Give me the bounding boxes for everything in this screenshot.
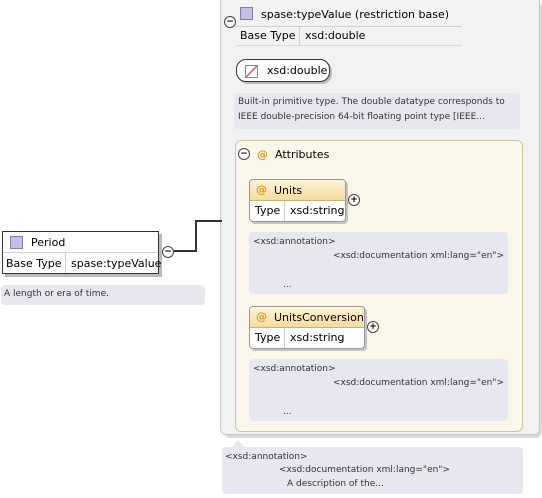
divider [284, 328, 285, 348]
type-square-icon [10, 236, 23, 249]
attribute-expand-icon[interactable]: + [367, 321, 379, 333]
period-description: A length or era of time. [1, 285, 205, 305]
attribute-name: UnitsConversion [274, 311, 364, 324]
annotation-text: A description of the... [287, 479, 384, 489]
divider [284, 201, 285, 221]
attributes-at-icon: @ [257, 148, 268, 161]
attribute-name: Units [274, 184, 303, 197]
period-title: Period [31, 236, 66, 249]
attribute-annotation-units: <xsd:annotation> <xsd:documentation xml:… [249, 232, 508, 294]
annotation-pointer [232, 440, 244, 447]
divider [65, 253, 66, 273]
attribute-type-label: Type [255, 331, 281, 344]
annotation-tag: <xsd:annotation> [253, 364, 336, 374]
attribute-at-icon: @ [256, 310, 267, 323]
attribute-at-icon: @ [256, 183, 267, 196]
bottom-annotation: <xsd:annotation> <xsd:documentation xml:… [222, 447, 523, 494]
period-collapse-icon[interactable]: − [162, 246, 174, 258]
attributes-collapse-icon[interactable]: − [238, 148, 250, 160]
period-description-text: A length or era of time. [4, 289, 109, 299]
documentation-tag: <xsd:documentation xml:lang="en"> [333, 251, 504, 261]
documentation-tag: <xsd:documentation xml:lang="en"> [333, 378, 504, 388]
attribute-header: @ Units [250, 180, 345, 201]
restriction-title: spase:typeValue (restriction base) [261, 8, 450, 21]
attribute-header: @ UnitsConversion [250, 307, 364, 328]
period-header: Period [3, 232, 158, 253]
type-square-icon [240, 7, 253, 20]
attribute-type-label: Type [255, 204, 281, 217]
attribute-card-units[interactable]: @ Units Type xsd:string [249, 179, 346, 222]
annotation-tag: <xsd:annotation> [253, 237, 336, 247]
restriction-basetype-value: xsd:double [305, 29, 366, 42]
restriction-basetype-row: Base Type xsd:double [236, 26, 462, 46]
attribute-annotation-unitsconversion: <xsd:annotation> <xsd:documentation xml:… [249, 359, 508, 421]
annotation-ellipsis: ... [283, 407, 292, 417]
period-basetype-label: Base Type [6, 257, 62, 270]
annotation-ellipsis: ... [283, 280, 292, 290]
period-element-card[interactable]: Period Base Type spase:typeValue [2, 231, 162, 274]
primitive-type-icon [245, 65, 258, 78]
divider [299, 27, 300, 45]
attribute-card-unitsconversion[interactable]: @ UnitsConversion Type xsd:string [249, 306, 365, 349]
attribute-type-value: xsd:string [290, 204, 345, 217]
primitive-description-line2: IEEE double-precision 64-bit floating po… [238, 112, 485, 122]
restriction-header: spase:typeValue (restriction base) [240, 7, 449, 21]
primitive-description-line1: Built-in primitive type. The double data… [238, 97, 505, 107]
primitive-type-node[interactable]: xsd:double [236, 59, 330, 82]
attributes-title: Attributes [275, 148, 330, 161]
restriction-collapse-icon[interactable]: − [224, 16, 236, 28]
primitive-type-label: xsd:double [267, 64, 328, 77]
period-basetype-value: spase:typeValue [71, 257, 162, 270]
documentation-tag: <xsd:documentation xml:lang="en"> [279, 465, 450, 475]
primitive-description: Built-in primitive type. The double data… [234, 93, 520, 129]
restriction-basetype-label: Base Type [240, 29, 296, 42]
attribute-expand-icon[interactable]: + [348, 194, 360, 206]
attribute-type-value: xsd:string [290, 331, 345, 344]
